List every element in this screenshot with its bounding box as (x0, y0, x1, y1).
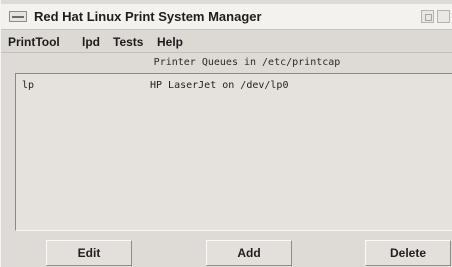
menu-printtool[interactable]: PrintTool (8, 35, 60, 49)
edit-button[interactable]: Edit (46, 240, 132, 266)
minimize-icon[interactable] (421, 10, 434, 23)
queue-name: lp (22, 80, 35, 91)
printer-queue-list[interactable]: lp HP LaserJet on /dev/lp0 (15, 73, 452, 231)
delete-button[interactable]: Delete (365, 240, 451, 266)
window-menu-icon[interactable] (9, 11, 27, 22)
window-title: Red Hat Linux Print System Manager (34, 9, 262, 24)
queue-list-header: Printer Queues in /etc/printcap (153, 57, 341, 68)
title-bar[interactable]: Red Hat Linux Print System Manager (1, 4, 452, 30)
menu-lpd[interactable]: lpd (82, 35, 100, 49)
queue-row[interactable]: lp HP LaserJet on /dev/lp0 (16, 80, 452, 96)
add-button[interactable]: Add (206, 240, 292, 266)
menu-help[interactable]: Help (157, 35, 183, 49)
print-manager-window: Red Hat Linux Print System Manager Print… (0, 0, 452, 267)
queue-description: HP LaserJet on /dev/lp0 (150, 80, 289, 91)
menu-tests[interactable]: Tests (113, 35, 143, 49)
menu-bar: PrintTool lpd Tests Help (1, 31, 452, 53)
maximize-icon[interactable] (437, 10, 450, 23)
